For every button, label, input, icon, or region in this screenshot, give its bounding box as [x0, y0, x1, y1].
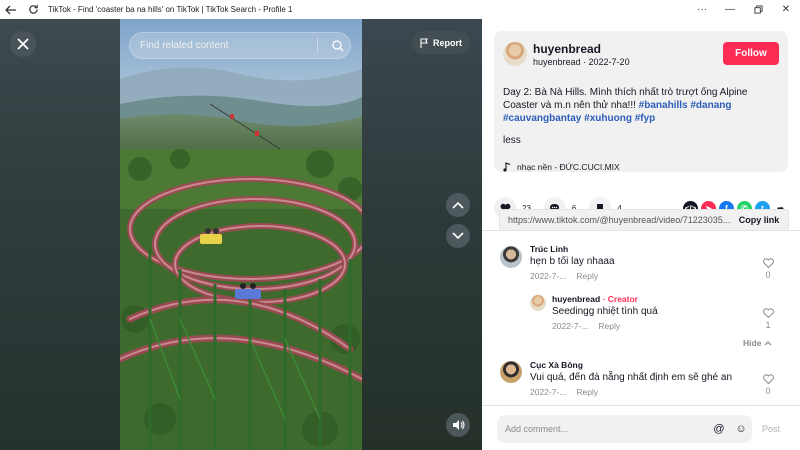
window-title: TikTok - Find 'coaster ba na hills' on T…: [48, 5, 293, 14]
previous-video-button[interactable]: [446, 193, 470, 217]
comment-date: 2022-7-...: [552, 321, 589, 331]
commenter-name[interactable]: Trúc Linh: [530, 244, 568, 254]
post-description-card: huyenbread huyenbread · 2022-7-20 Follow…: [494, 31, 788, 172]
chevron-up-icon: [452, 201, 464, 209]
comment-composer: Add comment... @ ☺ Post: [482, 405, 800, 450]
title-bar: TikTok - Find 'coaster ba na hills' on T…: [0, 0, 800, 19]
creator-badge: · Creator: [602, 294, 638, 304]
close-icon: [17, 38, 29, 50]
emoji-icon[interactable]: ☺: [730, 423, 752, 435]
commenter-name[interactable]: Cục Xà Bông: [530, 360, 583, 370]
comment-like[interactable]: 1: [758, 308, 778, 330]
music-note-icon: [503, 162, 511, 172]
minimize-button[interactable]: —: [716, 0, 744, 19]
video-blur-background: [0, 19, 120, 450]
comment-like-count: 0: [765, 386, 771, 396]
close-window-button[interactable]: ✕: [772, 0, 800, 19]
more-options-icon[interactable]: ···: [688, 0, 716, 19]
hide-replies-button[interactable]: Hide: [743, 338, 772, 348]
creator-name[interactable]: huyenbread: [552, 294, 600, 304]
comment-placeholder: Add comment...: [505, 424, 569, 434]
search-input[interactable]: Find related content: [140, 40, 317, 51]
heart-outline-icon: [762, 374, 774, 385]
comment-like[interactable]: 0: [758, 374, 778, 396]
less-toggle[interactable]: less: [503, 135, 521, 146]
at-mention-icon[interactable]: @: [708, 423, 730, 435]
comment-text: hẹn b tối lay nhaaa: [530, 256, 615, 267]
alpine-coaster-video-still: [120, 19, 362, 450]
comment-meta: 2022-7-... Reply: [552, 321, 620, 331]
search-icon[interactable]: [326, 39, 350, 52]
author-avatar[interactable]: [503, 42, 527, 66]
follow-button[interactable]: Follow: [723, 42, 779, 65]
share-link-row: https://www.tiktok.com/@huyenbread/video…: [499, 209, 789, 231]
post-button[interactable]: Post: [762, 424, 780, 434]
chevron-up-icon: [764, 341, 772, 346]
hashtag-link[interactable]: #xuhuong: [584, 113, 632, 124]
volume-button[interactable]: [446, 413, 470, 437]
hashtag-link[interactable]: #danang: [690, 100, 731, 111]
video-frame[interactable]: [120, 19, 362, 450]
search-divider: [317, 38, 318, 53]
author-meta: huyenbread · 2022-7-20: [533, 57, 630, 67]
chevron-down-icon: [452, 232, 464, 240]
flag-icon: [420, 37, 428, 48]
avatar[interactable]: [500, 246, 522, 268]
reply-button[interactable]: Reply: [576, 387, 598, 397]
comment-date: 2022-7-...: [530, 387, 567, 397]
avatar[interactable]: [530, 295, 546, 311]
comment-like-count: 0: [765, 270, 771, 280]
restore-button[interactable]: [744, 0, 772, 19]
report-label: Report: [433, 37, 462, 48]
copy-link-button[interactable]: Copy link: [730, 215, 788, 225]
post-description: Day 2: Bà Nà Hills. Mình thích nhất trò …: [503, 86, 779, 125]
heart-outline-icon: [762, 308, 774, 319]
report-button[interactable]: Report: [412, 31, 470, 54]
comment-input[interactable]: Add comment... @ ☺: [497, 415, 752, 443]
comment-meta: 2022-7-... Reply: [530, 387, 598, 397]
hide-label: Hide: [743, 338, 762, 348]
comment-list[interactable]: Trúc Linh hẹn b tối lay nhaaa 2022-7-...…: [482, 231, 800, 406]
video-player[interactable]: Find related content Report: [0, 19, 482, 450]
related-content-search[interactable]: Find related content: [129, 32, 351, 59]
comment-text: Seedingg nhiệt tình quá: [552, 306, 658, 317]
comment-like-count: 1: [765, 320, 771, 330]
hashtag-link[interactable]: #banahills: [639, 100, 688, 111]
avatar[interactable]: [500, 361, 522, 383]
comment-date: 2022-7-...: [530, 271, 567, 281]
comment-text: Vui quá, đến đà nẵng nhất định em sẽ ghé…: [530, 372, 733, 383]
close-video-button[interactable]: [10, 31, 36, 57]
comment-like[interactable]: 0: [758, 258, 778, 280]
music-link[interactable]: nhạc nền - ĐỨC.CUCI.MIX: [503, 162, 620, 172]
speaker-icon: [452, 420, 465, 430]
reply-button[interactable]: Reply: [576, 271, 598, 281]
share-url[interactable]: https://www.tiktok.com/@huyenbread/video…: [500, 215, 730, 225]
author-name[interactable]: huyenbread: [533, 42, 601, 56]
commenter-name[interactable]: huyenbread · Creator: [552, 294, 638, 304]
details-panel: huyenbread huyenbread · 2022-7-20 Follow…: [482, 19, 800, 450]
next-video-button[interactable]: [446, 224, 470, 248]
music-label: nhạc nền - ĐỨC.CUCI.MIX: [517, 162, 620, 172]
reload-icon[interactable]: [22, 0, 44, 19]
hashtag-link[interactable]: #fyp: [635, 113, 656, 124]
back-arrow-icon[interactable]: [0, 0, 22, 19]
hashtag-link[interactable]: #cauvangbantay: [503, 113, 581, 124]
comment-meta: 2022-7-... Reply: [530, 271, 598, 281]
reply-button[interactable]: Reply: [598, 321, 620, 331]
heart-outline-icon: [762, 258, 774, 269]
